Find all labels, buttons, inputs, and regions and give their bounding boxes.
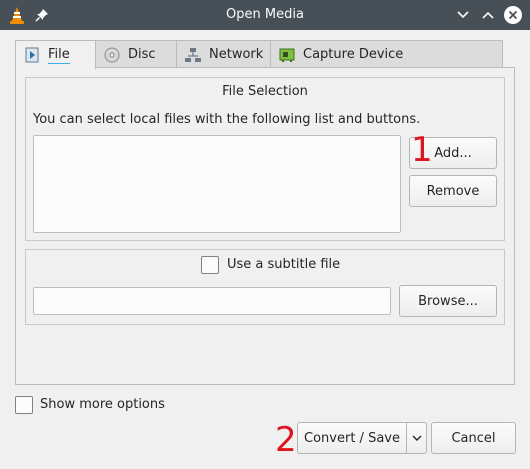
use-subtitle-checkbox[interactable]: [201, 256, 219, 274]
title-bar: Open Media: [0, 0, 530, 30]
tab-file-label: File: [48, 46, 70, 64]
subtitle-path-field[interactable]: [33, 287, 391, 315]
browse-button[interactable]: Browse...: [399, 285, 497, 317]
tab-disc-label: Disc: [128, 47, 156, 62]
file-selection-description: You can select local files with the foll…: [33, 112, 421, 127]
show-more-options-checkbox[interactable]: [15, 396, 33, 414]
tab-network-label: Network: [209, 47, 264, 62]
disc-icon: [104, 47, 120, 63]
network-icon: [185, 47, 201, 63]
tab-disc[interactable]: Disc: [95, 40, 177, 68]
tab-network[interactable]: Network: [176, 40, 271, 68]
maximize-icon[interactable]: [479, 0, 497, 30]
close-icon[interactable]: [502, 0, 524, 30]
media-source-tabs: File Disc Network Capture Device: [15, 40, 503, 69]
use-subtitle-label: Use a subtitle file: [227, 257, 341, 272]
file-icon: [24, 47, 40, 63]
cancel-button[interactable]: Cancel: [431, 422, 516, 454]
chevron-down-icon: [412, 435, 422, 442]
minimize-icon[interactable]: [454, 0, 472, 30]
convert-save-dropdown[interactable]: [406, 422, 427, 454]
convert-save-button[interactable]: Convert / Save: [297, 422, 407, 454]
file-list[interactable]: [33, 135, 401, 233]
capture-card-icon: [279, 47, 295, 63]
remove-button[interactable]: Remove: [409, 175, 497, 207]
show-more-options-label: Show more options: [40, 397, 165, 412]
annotation-marker-1: 1: [411, 130, 433, 170]
file-selection-title: File Selection: [222, 84, 308, 99]
annotation-marker-2: 2: [275, 420, 297, 460]
tab-file[interactable]: File: [15, 40, 96, 69]
window-title: Open Media: [226, 7, 304, 22]
tab-capture-device-label: Capture Device: [303, 47, 404, 62]
tab-capture-device[interactable]: Capture Device: [270, 40, 503, 68]
